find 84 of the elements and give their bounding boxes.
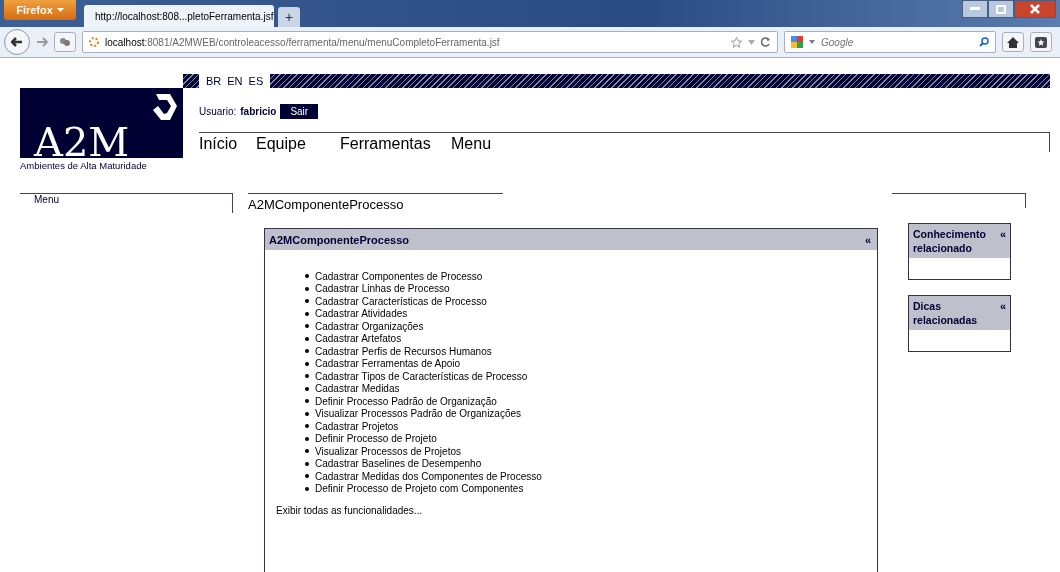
bullet-icon (305, 399, 309, 404)
collapse-link[interactable]: « (999, 227, 1006, 255)
function-link[interactable]: Cadastrar Tipos de Características de Processo (315, 370, 528, 382)
function-link[interactable]: Cadastrar Medidas (315, 383, 400, 395)
home-icon (1007, 36, 1019, 48)
bullet-icon (305, 299, 309, 304)
bullet-icon (305, 286, 309, 291)
function-link[interactable]: Cadastrar Linhas de Processo (315, 283, 450, 295)
panel-title: Dicas relacionadas (913, 299, 979, 327)
function-link[interactable]: Cadastrar Baselines de Desempenho (315, 458, 482, 470)
caret-icon (56, 8, 64, 12)
function-link[interactable]: Cadastrar Medidas dos Componentes de Processo (315, 470, 542, 482)
panel-title: A2MComponenteProcesso (269, 233, 409, 246)
collapse-link[interactable]: « (864, 233, 871, 246)
bullet-icon (305, 486, 309, 491)
bullet-icon (305, 386, 309, 391)
logout-button[interactable]: Sair (280, 103, 319, 119)
bullet-icon (305, 324, 309, 329)
bullet-icon (305, 436, 309, 441)
star-icon[interactable] (731, 36, 742, 48)
language-link[interactable]: BR (203, 74, 225, 88)
url-text: localhost:8081/A2MWEB/controleacesso/ferramenta/menu/menuCompletoFerramenta.jsf (105, 36, 500, 48)
minimize-button[interactable] (962, 0, 988, 18)
nav-link[interactable]: Início (199, 133, 256, 152)
new-tab-button[interactable]: + (278, 7, 300, 27)
bullet-icon (305, 374, 309, 379)
close-button[interactable] (1014, 0, 1056, 18)
nav-link[interactable]: Equipe (256, 133, 340, 152)
function-link[interactable]: Cadastrar Ferramentas de Apoio (315, 358, 461, 370)
function-link[interactable]: Definir Processo de Projeto com Componentes (315, 483, 524, 495)
nav-link[interactable]: Ferramentas (340, 133, 451, 152)
function-link[interactable]: Cadastrar Projetos (315, 420, 399, 432)
bullet-icon (305, 461, 309, 466)
search-field[interactable]: Google (784, 31, 996, 53)
addon-button[interactable] (54, 32, 76, 52)
hatched-bar (183, 74, 199, 88)
bullet-icon (305, 474, 309, 479)
bullet-icon (305, 311, 309, 316)
loading-icon (89, 37, 99, 47)
circles-icon (59, 37, 71, 47)
function-link[interactable]: Visualizar Processos de Projetos (315, 445, 461, 457)
logo: A2M (20, 88, 183, 158)
language-link[interactable]: ES (245, 74, 267, 88)
back-arrow-icon (11, 37, 23, 47)
function-link[interactable]: Visualizar Processos Padrão de Organizações (315, 408, 522, 420)
close-icon (1030, 4, 1040, 14)
function-link[interactable]: Definir Processo Padrão de Organização (315, 395, 497, 407)
function-link[interactable]: Definir Processo de Projeto (315, 433, 437, 445)
panel-title: Conhecimento relacionado (913, 227, 987, 255)
nav-link[interactable]: Menu (451, 133, 511, 152)
minimize-icon (970, 7, 980, 11)
bullet-icon (305, 349, 309, 354)
maximize-button[interactable] (988, 0, 1014, 18)
reload-icon[interactable] (761, 37, 771, 47)
browser-tab[interactable]: http://localhost:808...pletoFerramenta.jsf (84, 5, 274, 27)
address-field[interactable]: localhost:8081/A2MWEB/controleacesso/ferramenta/menu/menuCompletoFerramenta.jsf (82, 31, 778, 53)
function-link[interactable]: Cadastrar Artefatos (315, 333, 402, 345)
function-link[interactable]: Cadastrar Características de Processo (315, 295, 487, 307)
bullet-icon (305, 274, 309, 279)
restore-icon (996, 4, 1006, 14)
function-link[interactable]: Cadastrar Componentes de Processo (315, 270, 483, 282)
bullet-icon (305, 361, 309, 366)
search-icon[interactable] (979, 37, 989, 47)
star-icon (1035, 36, 1047, 48)
show-all-link[interactable]: Exibir todas as funcionalidades... (276, 505, 877, 516)
user-name: fabricio (240, 105, 277, 117)
bullet-icon (305, 336, 309, 341)
user-label: Usuario: (199, 105, 237, 117)
function-link[interactable]: Cadastrar Perfis de Recursos Humanos (315, 345, 492, 357)
bookmark-button[interactable] (1030, 32, 1052, 52)
logo-subtitle: Ambientes de Alta Maturidade (20, 160, 148, 171)
language-link[interactable]: EN (224, 74, 246, 88)
bullet-icon (305, 449, 309, 454)
panel-title: Menu (34, 194, 59, 205)
caret-icon[interactable] (809, 40, 815, 44)
back-button[interactable] (4, 29, 30, 55)
google-icon (791, 36, 803, 48)
function-link[interactable]: Cadastrar Atividades (315, 308, 408, 320)
collapse-link[interactable]: « (999, 299, 1006, 327)
home-button[interactable] (1002, 32, 1024, 52)
function-link[interactable]: Cadastrar Organizações (315, 320, 424, 332)
bullet-icon (305, 411, 309, 416)
page-title: A2MComponenteProcesso (248, 197, 404, 212)
bullet-icon (305, 424, 309, 429)
